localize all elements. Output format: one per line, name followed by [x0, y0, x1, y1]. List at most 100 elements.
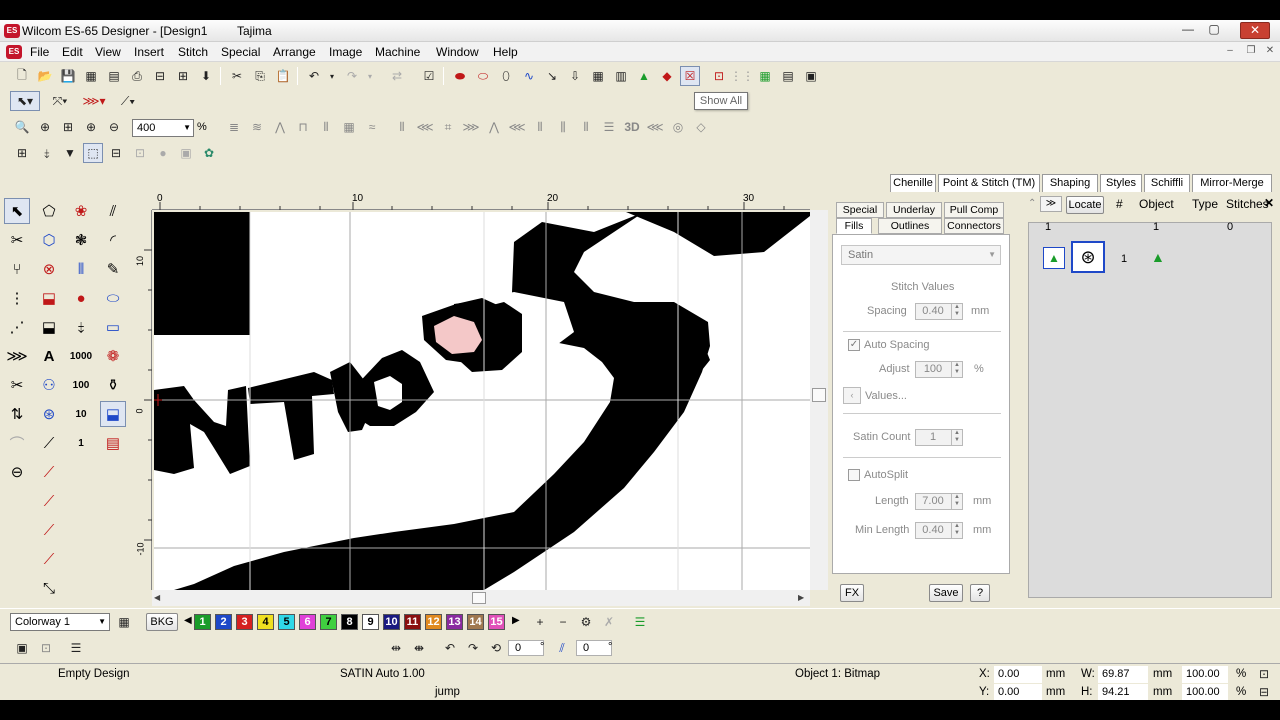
zigzag-tool-icon[interactable]: ⋰ — [4, 314, 30, 340]
monogram-icon[interactable]: ⊛ — [36, 401, 62, 427]
color-swatch-1[interactable]: 1 — [194, 614, 211, 630]
undo-dropdown-icon[interactable]: ▾ — [322, 66, 342, 86]
lines-icon[interactable]: ☰ — [599, 117, 619, 137]
autosplit-checkbox[interactable] — [848, 469, 860, 481]
cut-icon[interactable]: ✂ — [227, 66, 247, 86]
outline-tool-icon[interactable]: ⟋ — [36, 430, 62, 456]
sequin-tool-icon[interactable]: ● — [68, 285, 94, 311]
x-field[interactable]: 0.00 — [994, 666, 1042, 683]
run-tool-icon[interactable]: ⫽ — [100, 198, 126, 224]
bottle-tool-icon[interactable]: ⚱ — [100, 372, 126, 398]
shape-tool-icon[interactable]: ⬡ — [36, 227, 62, 253]
rotation-angle-field[interactable]: 0 — [508, 640, 544, 656]
run-1-icon[interactable]: 1 — [68, 430, 94, 456]
lock-icon[interactable]: ⊡ — [36, 638, 56, 658]
menu-image[interactable]: Image — [329, 45, 362, 59]
app-logo-icon[interactable]: ES — [4, 24, 20, 38]
lettering-tool-icon[interactable]: A — [36, 343, 62, 369]
menu-stitch[interactable]: Stitch — [178, 45, 208, 59]
motif-icon[interactable]: ⦀ — [576, 117, 596, 137]
spin-icon[interactable]: ▲ ▼ — [951, 523, 962, 538]
color-swatch-4[interactable]: 4 — [257, 614, 274, 630]
tatami-tool-icon[interactable]: ⋙ — [4, 343, 30, 369]
zoom-in-icon[interactable]: ⊕ — [35, 117, 55, 137]
minimize-button[interactable]: — — [1177, 22, 1199, 39]
show-bitmap-icon[interactable]: ⇩ — [565, 66, 585, 86]
color-swatch-11[interactable]: 11 — [404, 614, 421, 630]
show-colors-icon[interactable]: ◆ — [657, 66, 677, 86]
color-film-icon[interactable]: ▦ — [755, 66, 775, 86]
chevron-down-icon[interactable]: ▼ — [183, 120, 191, 136]
backstitch-icon[interactable]: ⌗ — [438, 117, 458, 137]
picture-tool-icon[interactable]: ⬓ — [100, 401, 126, 427]
run-10-icon[interactable]: 10 — [68, 401, 94, 427]
radial-icon[interactable]: ◇ — [691, 117, 711, 137]
team-names-icon[interactable]: ⚇ — [36, 372, 62, 398]
multi-icon[interactable]: ⊟ — [106, 143, 126, 163]
color-swatch-6[interactable]: 6 — [299, 614, 316, 630]
satin-fill-icon[interactable]: ≣ — [224, 117, 244, 137]
color-swatch-9[interactable]: 9 — [362, 614, 379, 630]
close-icon[interactable]: ✕ — [1264, 196, 1274, 210]
rotate-icon[interactable]: ⟲ — [486, 638, 506, 658]
thread-chart-icon[interactable]: ⚙ — [576, 612, 596, 632]
rose-tool-icon[interactable]: ❁ — [100, 343, 126, 369]
frame-icon[interactable]: ▣ — [176, 143, 196, 163]
trace-tool-icon[interactable]: ⤡ — [36, 575, 62, 601]
horizontal-scroll-thumb[interactable] — [472, 592, 486, 604]
fx-button[interactable]: FX — [840, 584, 864, 602]
color-swatch-5[interactable]: 5 — [278, 614, 295, 630]
values-button[interactable]: Values... — [865, 390, 907, 402]
redo-icon[interactable]: ↷ — [342, 66, 362, 86]
spin-icon[interactable]: ▲ ▼ — [951, 362, 962, 377]
bkg-button[interactable]: BKG — [146, 613, 178, 631]
paste-icon[interactable]: 📋 — [273, 66, 293, 86]
e-stitch-icon[interactable]: ⋘ — [507, 117, 527, 137]
skew-angle-field[interactable]: 0 — [576, 640, 612, 656]
mdi-minimize-button[interactable]: – — [1222, 45, 1238, 59]
menu-machine[interactable]: Machine — [375, 45, 420, 59]
y-field[interactable]: 0.00 — [994, 684, 1042, 701]
auto-fabric-icon[interactable]: ⬓ — [36, 314, 62, 340]
tab-shaping[interactable]: Shaping — [1042, 174, 1098, 192]
triple-run-icon[interactable]: ⋘ — [415, 117, 435, 137]
zigzag-icon[interactable]: ⋀ — [484, 117, 504, 137]
branch-tool-icon[interactable]: ⑂ — [4, 256, 30, 282]
show-all-icon[interactable]: ☒ — [680, 66, 700, 86]
manual-tool-icon[interactable]: ⋮ — [4, 285, 30, 311]
expand-icon[interactable]: ≫ — [1040, 196, 1062, 212]
width-percent-field[interactable]: 100.00 — [1182, 666, 1228, 683]
florentine-icon[interactable]: ⋘ — [645, 117, 665, 137]
select-tool-icon[interactable]: ⬉ — [4, 198, 30, 224]
blanket-icon[interactable]: ⦀ — [530, 117, 550, 137]
copy-icon[interactable]: ⎘ — [250, 66, 270, 86]
colorway-select[interactable]: Colorway 1 ▼ — [10, 613, 110, 631]
save-icon[interactable]: 💾 — [58, 66, 78, 86]
tab-styles[interactable]: Styles — [1100, 174, 1142, 192]
show-needle-points-icon[interactable]: ∿ — [519, 66, 539, 86]
spin-icon[interactable]: ▲ ▼ — [951, 494, 962, 509]
dotted-run4-icon[interactable]: ⟋ — [36, 546, 62, 572]
stamp-icon[interactable]: ⊡ — [130, 143, 150, 163]
run-100-icon[interactable]: 100 — [68, 372, 94, 398]
color-swatch-8[interactable]: 8 — [341, 614, 358, 630]
card-icon[interactable]: ⊞ — [173, 66, 193, 86]
reshape-box-icon[interactable]: ⬚ — [83, 143, 103, 163]
color-list-icon[interactable]: ☰ — [630, 612, 650, 632]
tab-schiffli[interactable]: Schiffli — [1144, 174, 1190, 192]
values-back-icon[interactable]: ‹ — [843, 387, 861, 404]
size-apply-icon[interactable]: ⊟ — [1256, 684, 1272, 700]
scroll-right-icon[interactable]: ▶ — [798, 593, 804, 602]
tab-mirror-merge[interactable]: Mirror-Merge — [1192, 174, 1272, 192]
stemstitch-icon[interactable]: ⋙ — [461, 117, 481, 137]
menu-arrange[interactable]: Arrange — [273, 45, 316, 59]
zoom-fit-icon[interactable]: ⊞ — [58, 117, 78, 137]
prop-tab-special[interactable]: Special — [836, 202, 884, 218]
edit-tool-icon[interactable]: ✎ — [100, 256, 126, 282]
length-field[interactable]: 7.00 ▲ ▼ — [915, 493, 963, 510]
chevron-down-icon[interactable]: ▼ — [988, 246, 996, 264]
object-thumbnail-icon[interactable]: ⊛ — [1071, 241, 1105, 273]
mirror-vertical-icon[interactable]: ⇼ — [409, 638, 429, 658]
prop-tab-pull-comp[interactable]: Pull Comp — [944, 202, 1004, 218]
tatami-fill-icon[interactable]: ≋ — [247, 117, 267, 137]
